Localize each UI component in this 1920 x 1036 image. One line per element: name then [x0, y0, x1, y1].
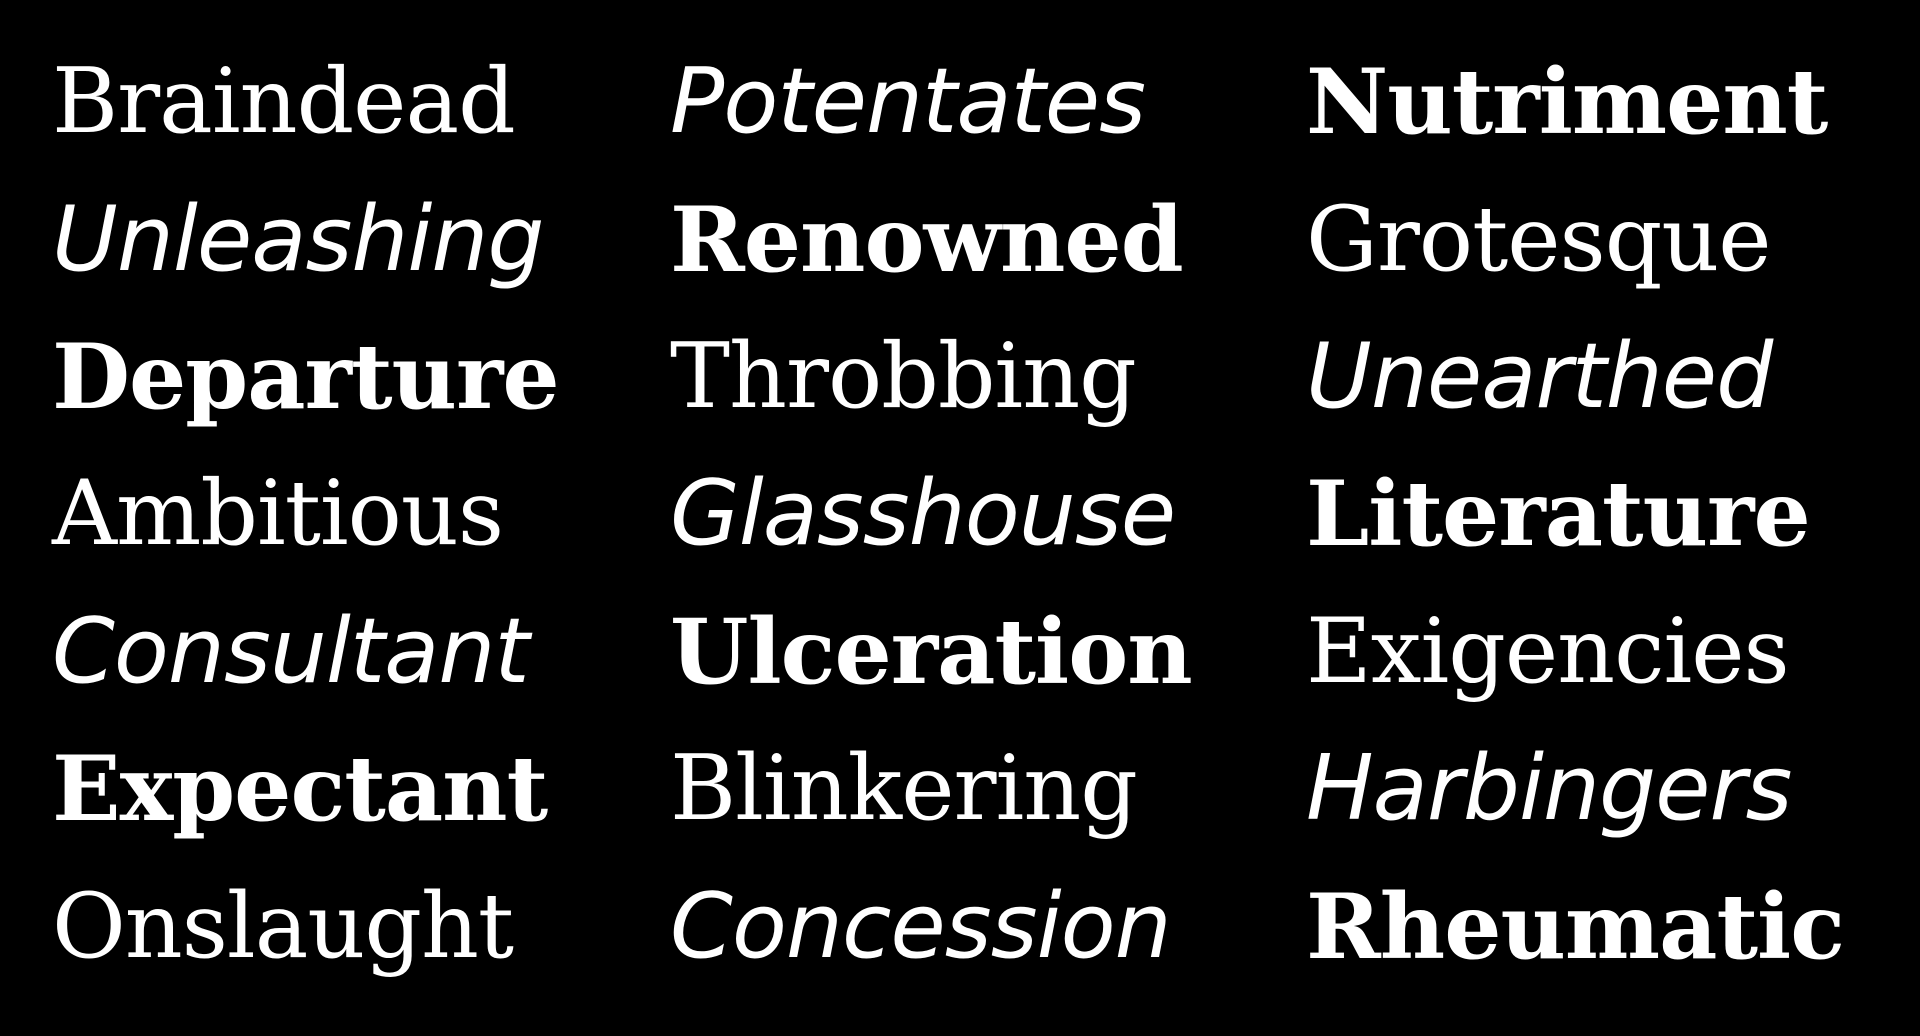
specimen-word: Braindead — [52, 49, 516, 154]
specimen-word: Throbbing — [670, 324, 1137, 429]
specimen-word: Concession — [670, 874, 1172, 979]
type-specimen: Braindead Potentates Nutriment Unleashin… — [0, 0, 1920, 1036]
specimen-word: Onslaught — [52, 874, 514, 979]
specimen-word: Blinkering — [670, 736, 1138, 841]
specimen-word: Renowned — [670, 187, 1184, 293]
specimen-word: Grotesque — [1306, 187, 1772, 292]
specimen-word: Departure — [52, 324, 560, 430]
specimen-word: Potentates — [670, 49, 1146, 154]
specimen-word: Consultant — [52, 599, 530, 704]
specimen-word: Rheumatic — [1306, 874, 1845, 980]
specimen-word: Nutriment — [1306, 49, 1828, 155]
specimen-word: Expectant — [52, 736, 548, 842]
specimen-word: Exigencies — [1306, 599, 1790, 704]
specimen-word: Glasshouse — [670, 461, 1176, 566]
specimen-word: Unearthed — [1306, 324, 1773, 429]
specimen-word: Harbingers — [1306, 736, 1792, 841]
specimen-word: Ambitious — [52, 461, 504, 566]
specimen-word: Literature — [1306, 461, 1811, 567]
specimen-word: Unleashing — [52, 187, 545, 292]
specimen-word: Ulceration — [670, 599, 1193, 705]
